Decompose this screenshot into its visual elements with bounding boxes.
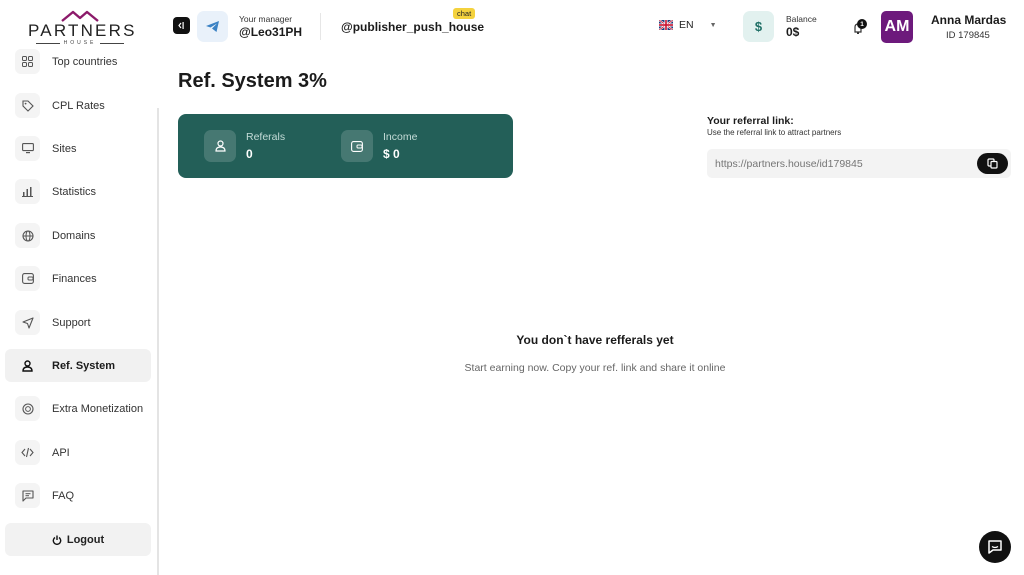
sidebar-item-extra-monetization[interactable]: Extra Monetization [5, 392, 151, 425]
sidebar-item-label: API [52, 446, 70, 459]
code-icon [15, 440, 40, 465]
user-icon [204, 130, 236, 162]
telegram-icon [206, 21, 219, 32]
globe-icon [15, 223, 40, 248]
uk-flag-icon [659, 20, 673, 30]
sidebar-item-top-countries[interactable]: Top countries [5, 45, 151, 78]
sidebar-item-label: Ref. System [52, 359, 115, 372]
balance-icon[interactable]: $ [743, 11, 774, 42]
send-icon [15, 310, 40, 335]
chevron-down-icon: ▼ [709, 21, 717, 29]
avatar[interactable]: AM [881, 11, 913, 43]
sidebar-item-domains[interactable]: Domains [5, 219, 151, 252]
sidebar-item-label: Sites [52, 142, 77, 155]
logout-button[interactable]: Logout [5, 523, 151, 556]
header-divider [320, 13, 321, 40]
empty-state-subtitle: Start earning now. Copy your ref. link a… [464, 362, 726, 374]
language-code: EN [679, 19, 694, 31]
referral-link-input[interactable] [707, 149, 967, 178]
sidebar-item-label: Statistics [52, 185, 97, 198]
manager-name-link[interactable]: @Leo31PH [239, 25, 302, 39]
grid-icon [15, 49, 40, 74]
page-title: Ref. System 3% [178, 70, 327, 92]
referral-link-title: Your referral link: [707, 115, 794, 127]
monitor-icon [15, 136, 40, 161]
logo-wordmark: PARTNERS [28, 21, 137, 40]
sidebar-item-faq[interactable]: FAQ [5, 479, 151, 512]
message-icon [15, 483, 40, 508]
notification-count-badge: 1 [857, 19, 867, 29]
referrals-value: 0 [246, 147, 253, 161]
sidebar-item-label: Extra Monetization [52, 402, 144, 415]
chat-bubble-icon [988, 540, 1002, 554]
bar-chart-icon [15, 179, 40, 204]
logout-label: Logout [66, 533, 105, 546]
sidebar-item-cpl-rates[interactable]: CPL Rates [5, 89, 151, 122]
publisher-chat-link[interactable]: @publisher_push_house [341, 20, 484, 34]
sidebar-item-label: CPL Rates [52, 99, 105, 112]
wallet-icon [15, 266, 40, 291]
balance-value: 0$ [786, 25, 800, 39]
power-icon [52, 535, 62, 545]
sidebar-item-label: Top countries [52, 55, 118, 68]
tag-icon [15, 93, 40, 118]
user-icon [15, 353, 40, 378]
empty-state-title: You don`t have refferals yet [516, 333, 674, 347]
income-value: $ 0 [383, 147, 400, 161]
sidebar-item-api[interactable]: API [5, 436, 151, 469]
referrals-label: Referals [246, 131, 286, 143]
balance-label: Balance [786, 14, 817, 24]
manager-label: Your manager [239, 14, 293, 24]
partners-house-logo[interactable]: PARTNERS HOUSE [28, 10, 137, 46]
wallet-icon [341, 130, 373, 162]
support-chat-button[interactable] [979, 531, 1011, 563]
sidebar-item-label: FAQ [52, 489, 75, 502]
sidebar-item-label: Domains [52, 229, 96, 242]
telegram-manager-button[interactable] [197, 11, 228, 42]
coin-icon [15, 396, 40, 421]
sidebar-scrollbar[interactable] [157, 108, 159, 575]
referral-link-subtitle: Use the referral link to attract partner… [707, 128, 842, 137]
sidebar-toggle-button[interactable] [173, 17, 190, 34]
chat-badge: chat [453, 8, 476, 19]
referral-stats-card: Referals 0 Income $ 0 [178, 114, 513, 178]
sidebar-item-sites[interactable]: Sites [5, 132, 151, 165]
user-id: ID 179845 [946, 30, 990, 41]
sidebar-item-label: Finances [52, 272, 97, 285]
sidebar-item-statistics[interactable]: Statistics [5, 175, 151, 208]
copy-link-button[interactable] [977, 153, 1008, 174]
language-selector[interactable]: EN ▼ [659, 19, 717, 31]
sidebar-item-support[interactable]: Support [5, 306, 151, 339]
top-header: PARTNERS HOUSE Your manager @Leo31PH cha… [0, 0, 1024, 54]
copy-icon [987, 158, 998, 169]
collapse-icon [178, 22, 184, 29]
referral-link-field [707, 149, 1011, 178]
income-label: Income [383, 131, 418, 143]
sidebar-item-label: Support [52, 316, 91, 329]
app-root: PARTNERS HOUSE Your manager @Leo31PH cha… [0, 0, 1024, 575]
sidebar-item-finances[interactable]: Finances [5, 262, 151, 295]
user-name[interactable]: Anna Mardas [931, 13, 1006, 27]
sidebar-item-ref-system[interactable]: Ref. System [5, 349, 151, 382]
